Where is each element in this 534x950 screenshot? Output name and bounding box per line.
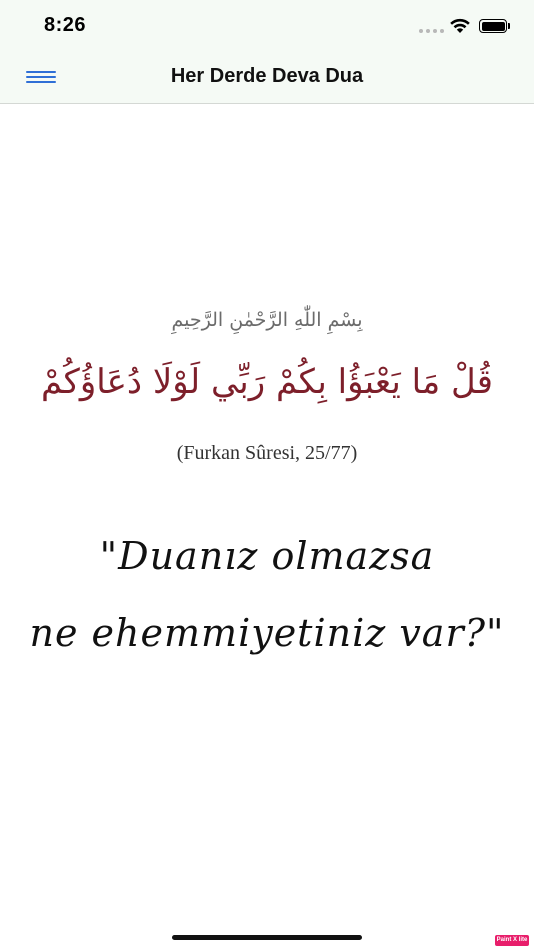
- app-screen: 8:26 Her Derde Deva Dua بِسْمِ اللّٰهِ ا…: [0, 0, 534, 950]
- quote-line-2: ne ehemmiyetiniz var?": [29, 611, 505, 655]
- battery-tip: [508, 23, 510, 29]
- navigation-bar: Her Derde Deva Dua: [0, 52, 534, 104]
- watermark-badge: Paint X lite: [495, 935, 529, 946]
- wifi-icon: [450, 18, 470, 33]
- home-indicator[interactable]: [172, 935, 362, 940]
- cellular-signal-icon: [419, 29, 444, 33]
- status-bar: 8:26: [0, 0, 534, 52]
- battery-icon: [479, 19, 507, 33]
- dua-image-content: بِسْمِ اللّٰهِ الرَّحْمٰنِ الرَّحِيمِ قُ…: [0, 104, 534, 950]
- basmala-text: بِسْمِ اللّٰهِ الرَّحْمٰنِ الرَّحِيمِ: [171, 309, 363, 331]
- quote-line-1: "Duanız olmazsa: [99, 534, 435, 578]
- verse-reference: (Furkan Sûresi, 25/77): [176, 442, 358, 464]
- page-title: Her Derde Deva Dua: [170, 65, 364, 87]
- arabic-verse: قُلْ مَا يَعْبَؤُا بِكُمْ رَبِّي لَوْلَا…: [41, 362, 493, 402]
- status-time: 8:26: [44, 14, 87, 36]
